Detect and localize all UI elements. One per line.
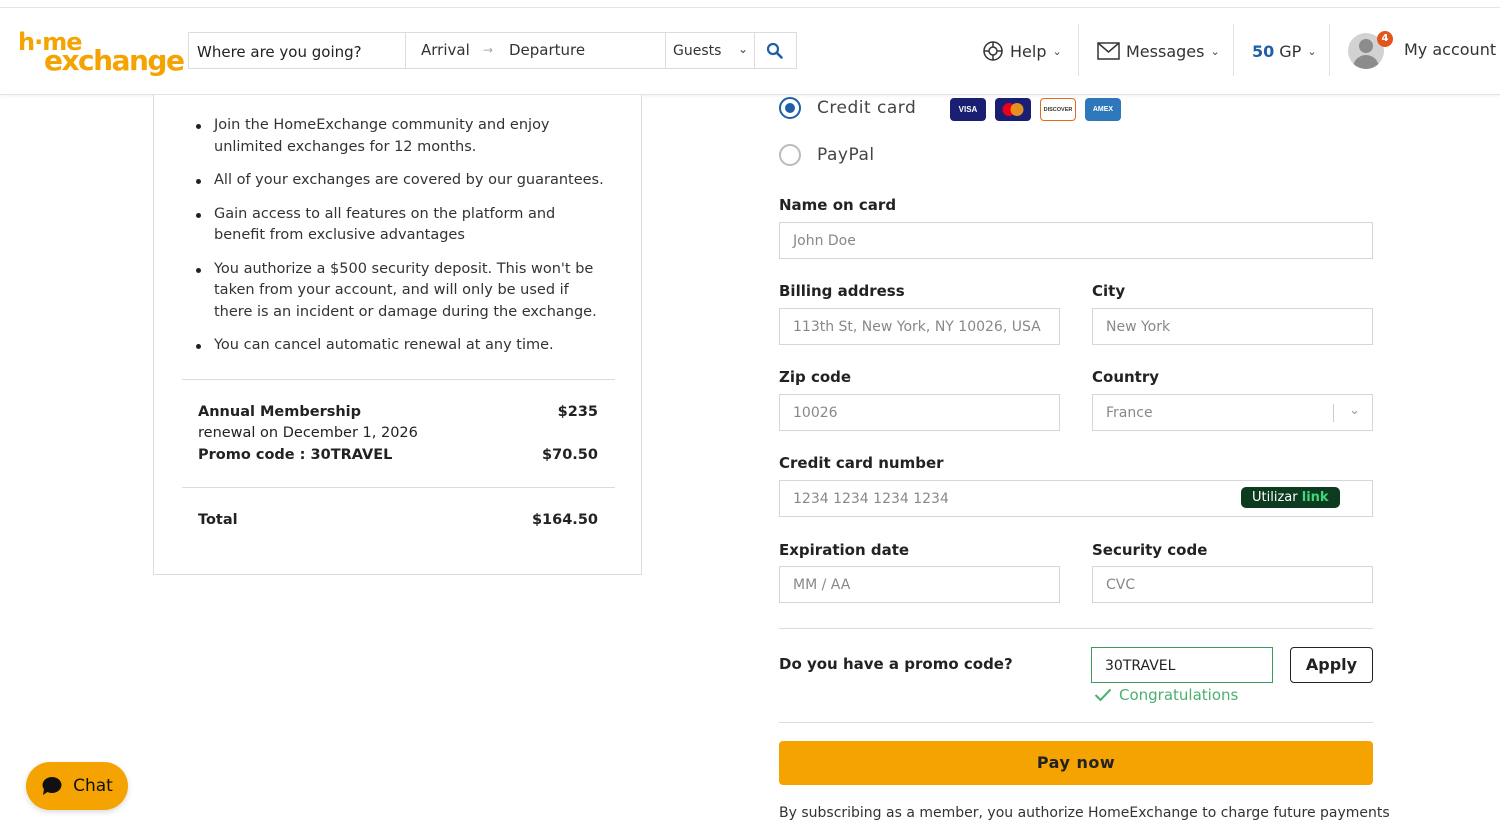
- mastercard-icon: [995, 98, 1031, 121]
- checkmark-icon: [1094, 688, 1112, 702]
- chat-button[interactable]: Chat: [26, 762, 128, 810]
- search-icon: [766, 42, 783, 59]
- nav-messages[interactable]: Messages ⌄: [1097, 40, 1220, 62]
- discover-icon: DISCOVER: [1040, 98, 1076, 121]
- chevron-down-icon: ⌄: [1210, 44, 1220, 58]
- credit-card-number-label: Credit card number: [779, 454, 944, 472]
- date-arrow-icon: →: [483, 43, 494, 57]
- benefit-item: All of your exchanges are covered by our…: [194, 170, 604, 192]
- membership-label: Annual Membership: [198, 404, 362, 420]
- nav-guest-points[interactable]: 50 GP ⌄: [1252, 40, 1317, 62]
- renewal-row: renewal on December 1, 2026: [198, 425, 598, 441]
- chevron-down-icon: ⌄: [1052, 44, 1062, 58]
- form-divider: [779, 628, 1373, 629]
- total-label: Total: [198, 512, 238, 528]
- zip-code-input[interactable]: 10026: [779, 394, 1060, 431]
- site-header: h·me exchange Where are you going? Arriv…: [0, 0, 1500, 95]
- security-code-input[interactable]: CVC: [1092, 566, 1373, 603]
- notification-badge: 4: [1377, 31, 1393, 47]
- mastercard-circles: [1002, 103, 1024, 116]
- apply-promo-button[interactable]: Apply: [1290, 647, 1373, 683]
- avatar-body: [1353, 55, 1379, 69]
- total-amount: $164.50: [531, 512, 598, 528]
- envelope-icon: [1097, 42, 1120, 60]
- chat-label: Chat: [73, 776, 113, 796]
- legal-text: By subscribing as a member, you authoriz…: [779, 805, 1390, 821]
- chevron-down-icon: ⌄: [1307, 44, 1317, 58]
- link-prefix: Utilizar: [1252, 490, 1298, 505]
- select-divider: [1333, 404, 1334, 422]
- promo-row: Promo code : 30TRAVEL $70.50: [198, 447, 598, 463]
- guests-select[interactable]: Guests ⌄: [665, 33, 755, 68]
- credit-card-label: Credit card: [817, 98, 917, 118]
- zip-code-label: Zip code: [779, 368, 852, 386]
- departure-date-field[interactable]: Departure: [509, 41, 585, 59]
- pay-now-button[interactable]: Pay now: [779, 741, 1373, 785]
- visa-icon: VISA: [950, 98, 986, 121]
- nav-messages-label: Messages: [1126, 41, 1205, 61]
- arrival-date-field[interactable]: Arrival: [421, 41, 470, 59]
- nav-help-label: Help: [1010, 41, 1047, 61]
- benefit-item: Join the HomeExchange community and enjo…: [194, 115, 604, 158]
- nav-divider: [1078, 24, 1079, 76]
- benefits-list: Join the HomeExchange community and enjo…: [194, 115, 604, 369]
- promo-question-label: Do you have a promo code?: [779, 655, 1013, 673]
- nav-help[interactable]: Help ⌄: [982, 40, 1062, 62]
- order-summary-card: Join the HomeExchange community and enjo…: [153, 95, 642, 575]
- chevron-down-icon: ⌄: [737, 42, 748, 56]
- paypal-radio[interactable]: [779, 144, 801, 166]
- benefit-item: You authorize a $500 security deposit. T…: [194, 259, 604, 324]
- nav-divider: [1233, 24, 1234, 76]
- chat-bubble-icon: [42, 777, 62, 795]
- expiration-date-label: Expiration date: [779, 541, 910, 559]
- country-select[interactable]: France ⌄: [1092, 394, 1373, 431]
- destination-input[interactable]: Where are you going?: [189, 33, 406, 68]
- benefit-item: You can cancel automatic renewal at any …: [194, 335, 604, 357]
- homeexchange-logo[interactable]: h·me exchange: [18, 28, 185, 78]
- city-label: City: [1092, 282, 1126, 300]
- amex-icon: AMEX: [1085, 98, 1121, 121]
- name-on-card-label: Name on card: [779, 196, 897, 214]
- promo-code-input[interactable]: 30TRAVEL: [1091, 647, 1273, 683]
- gp-unit: GP: [1279, 41, 1302, 61]
- membership-amount: $235: [557, 404, 598, 420]
- total-row: Total $164.50: [198, 512, 598, 528]
- benefit-item: Gain access to all features on the platf…: [194, 204, 604, 247]
- expiration-date-input[interactable]: MM / AA: [779, 566, 1060, 603]
- paypal-label: PayPal: [817, 145, 875, 165]
- promo-amount: $70.50: [542, 447, 598, 463]
- country-value: France: [1106, 405, 1153, 421]
- guests-label: Guests: [673, 43, 722, 59]
- search-bar: Where are you going? Arrival → Departure…: [188, 32, 797, 69]
- promo-success-message: Congratulations: [1094, 686, 1238, 704]
- gp-amount: 50: [1252, 41, 1275, 61]
- promo-label: Promo code : 30TRAVEL: [198, 447, 393, 463]
- nav-account-label: My account: [1404, 40, 1497, 59]
- summary-divider: [182, 487, 615, 488]
- nav-my-account[interactable]: My account ⌄: [1404, 40, 1500, 59]
- renewal-text: renewal on December 1, 2026: [198, 425, 418, 441]
- header-top-line: [0, 7, 1500, 8]
- country-label: Country: [1092, 368, 1160, 386]
- city-input[interactable]: New York: [1092, 308, 1373, 345]
- lifebuoy-icon: [983, 41, 1003, 61]
- nav-divider: [1329, 24, 1330, 76]
- avatar-head: [1359, 39, 1373, 53]
- summary-divider: [182, 379, 615, 380]
- link-brand: link: [1301, 490, 1329, 505]
- search-button[interactable]: [759, 39, 791, 63]
- security-code-label: Security code: [1092, 541, 1208, 559]
- link-autofill-button[interactable]: Utilizar link: [1241, 487, 1340, 508]
- billing-address-label: Billing address: [779, 282, 905, 300]
- name-on-card-input[interactable]: John Doe: [779, 222, 1373, 259]
- congrats-text: Congratulations: [1119, 686, 1239, 704]
- billing-address-input[interactable]: 113th St, New York, NY 10026, USA: [779, 308, 1060, 345]
- logo-text-exchange: exchange: [44, 44, 185, 77]
- chevron-down-icon: ⌄: [1349, 403, 1360, 418]
- form-divider: [779, 722, 1373, 723]
- membership-row: Annual Membership $235: [198, 404, 598, 420]
- credit-card-radio[interactable]: [779, 97, 801, 119]
